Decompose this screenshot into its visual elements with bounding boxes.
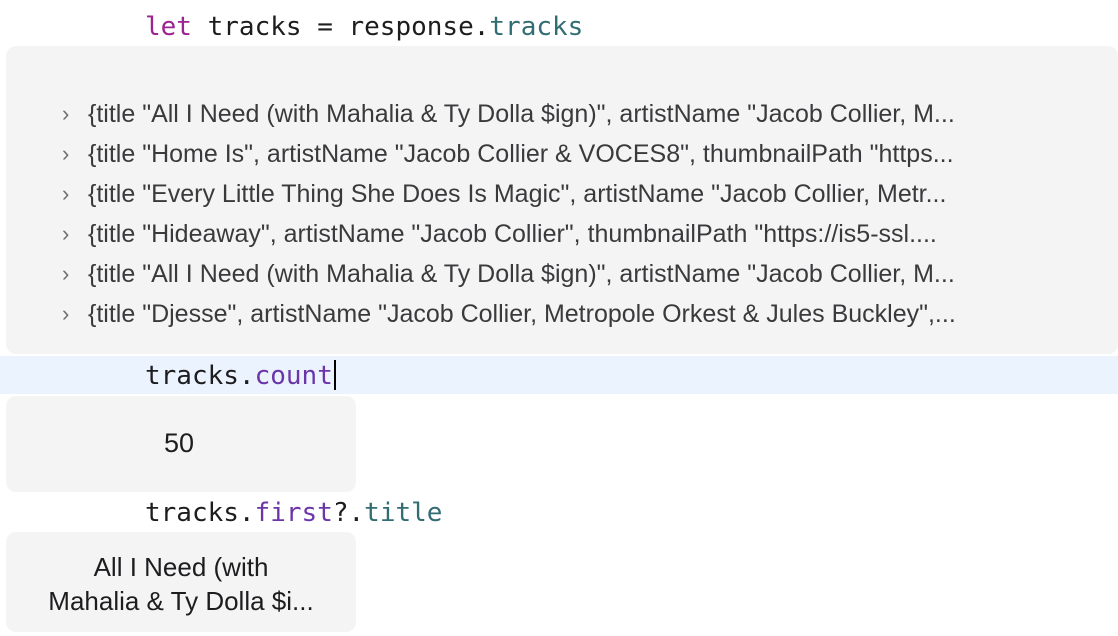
first-title-line: Mahalia & Ty Dolla $i... — [48, 586, 314, 616]
track-row[interactable]: › {title "Home Is", artistName "Jacob Col… — [62, 137, 1102, 171]
chevron-right-icon[interactable]: › — [62, 177, 88, 211]
track-row[interactable]: › {title "Djesse", artistName "Jacob Coll… — [62, 297, 1102, 331]
first-title-value: All I Need (with Mahalia & Ty Dolla $i..… — [6, 550, 356, 618]
first-member: first — [254, 498, 333, 528]
count-member: count — [254, 361, 333, 391]
code-line-count[interactable]: tracks.count — [145, 360, 336, 391]
chevron-right-icon[interactable]: › — [62, 257, 88, 291]
code-line-tracks[interactable]: let tracks = response.tracks — [145, 12, 583, 42]
chevron-right-icon[interactable]: › — [62, 137, 88, 171]
chevron-right-icon[interactable]: › — [62, 217, 88, 251]
chevron-right-icon[interactable]: › — [62, 297, 88, 331]
code-line-first-title[interactable]: tracks.first?.title — [145, 498, 442, 528]
first-title-line: All I Need (with — [93, 552, 269, 582]
title-property: title — [364, 498, 443, 528]
code-text: tracks. — [145, 498, 255, 528]
text-caret — [333, 360, 336, 390]
chevron-right-icon[interactable]: › — [62, 97, 88, 131]
code-text: tracks. — [145, 361, 255, 391]
track-row[interactable]: › {title "All I Need (with Mahalia & Ty D… — [62, 257, 1102, 291]
track-row[interactable]: › {title "Every Little Thing She Does Is … — [62, 177, 1102, 211]
track-row[interactable]: › {title "All I Need (with Mahalia & Ty D… — [62, 97, 1102, 131]
track-row[interactable]: › {title "Hideaway", artistName "Jacob Co… — [62, 217, 1102, 251]
optional-chain: ?. — [332, 498, 365, 528]
tracks-property: tracks — [489, 12, 584, 42]
code-text: tracks = response. — [191, 12, 490, 42]
let-keyword: let — [145, 12, 192, 42]
count-value: 50 — [164, 428, 195, 458]
